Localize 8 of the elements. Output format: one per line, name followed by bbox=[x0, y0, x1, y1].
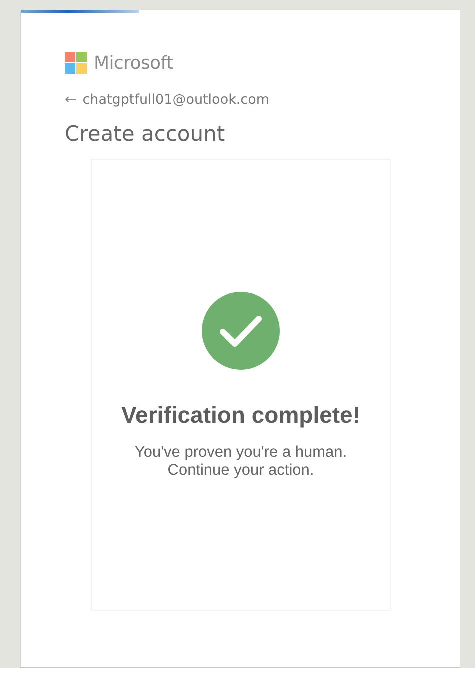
verification-message: Continue your action. bbox=[168, 462, 314, 480]
back-button[interactable]: ← bbox=[65, 92, 77, 108]
page-heading: Create account bbox=[65, 122, 226, 146]
four-squares-logo-icon bbox=[65, 52, 87, 74]
account-email: chatgptfull01@outlook.com bbox=[82, 92, 270, 108]
verification-message: You've proven you're a human. bbox=[134, 444, 348, 462]
brand-name: Microsoft bbox=[94, 52, 174, 74]
verification-title: Verification complete! bbox=[121, 402, 360, 429]
